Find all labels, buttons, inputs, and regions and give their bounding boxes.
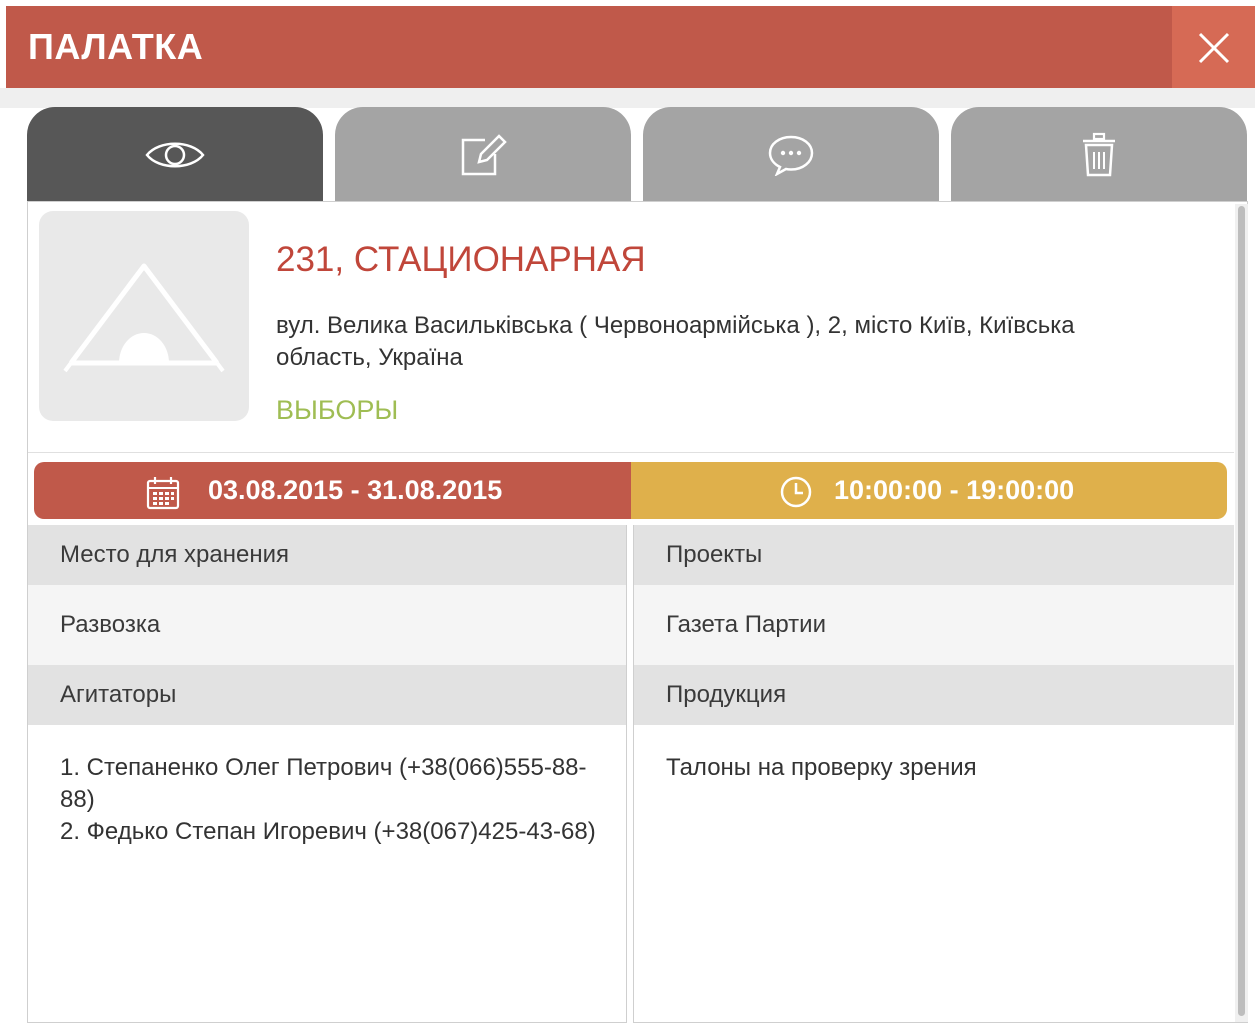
background-strip: [0, 88, 1255, 108]
storage-label: Место для хранения: [60, 541, 289, 568]
projects-header: Проекты: [634, 525, 1234, 585]
products-label: Продукция: [666, 681, 787, 708]
products-header: Продукция: [634, 665, 1234, 725]
calendar-icon: [146, 477, 180, 510]
column-divider: [626, 525, 634, 1023]
tab-view[interactable]: [27, 107, 323, 202]
popup-title: ПАЛАТКА: [28, 26, 204, 67]
comment-icon: [768, 135, 814, 176]
object-title: 231, СТАЦИОНАРНАЯ: [276, 240, 646, 279]
close-icon: [1198, 32, 1230, 64]
date-range-text: 03.08.2015 - 31.08.2015: [208, 475, 503, 505]
products-value: Талоны на проверку зрения: [666, 754, 977, 781]
object-category: ВЫБОРЫ: [276, 395, 399, 425]
tab-delete[interactable]: [951, 107, 1247, 202]
agitator-item: 1. Степаненко Олег Петрович (+38(066)555…: [60, 754, 587, 813]
storage-value-row: Развозка: [28, 585, 626, 665]
agitators-list: 1. Степаненко Олег Петрович (+38(066)555…: [60, 752, 600, 848]
tab-comments[interactable]: [643, 107, 939, 202]
projects-value-row: Газета Партии: [634, 585, 1234, 665]
date-range-bar: 03.08.2015 - 31.08.2015: [34, 462, 632, 519]
agitators-header: Агитаторы: [28, 665, 626, 725]
time-range-text: 10:00:00 - 19:00:00: [834, 475, 1075, 505]
clock-icon: [780, 476, 812, 508]
agitator-item: 2. Федько Степан Игоревич (+38(067)425-4…: [60, 818, 596, 845]
time-range-bar: 10:00:00 - 19:00:00: [631, 462, 1227, 519]
agitators-label: Агитаторы: [60, 681, 177, 708]
tab-edit[interactable]: [335, 107, 631, 202]
scrollbar-thumb[interactable]: [1238, 206, 1245, 1016]
projects-label: Проекты: [666, 541, 763, 568]
section-divider: [28, 452, 1234, 453]
storage-value: Развозка: [60, 611, 161, 638]
eye-icon: [145, 142, 205, 167]
edit-icon: [461, 133, 507, 175]
popup-header: ПАЛАТКА: [6, 6, 1255, 88]
projects-value: Газета Партии: [666, 611, 826, 638]
storage-header: Место для хранения: [28, 525, 626, 585]
close-button[interactable]: [1172, 6, 1255, 88]
vertical-scrollbar[interactable]: [1235, 204, 1248, 1022]
tent-icon: [63, 263, 225, 373]
trash-icon: [1083, 132, 1115, 176]
object-thumbnail: [39, 211, 249, 421]
object-address: вул. Велика Васильківська ( Червоноармій…: [276, 312, 1075, 371]
